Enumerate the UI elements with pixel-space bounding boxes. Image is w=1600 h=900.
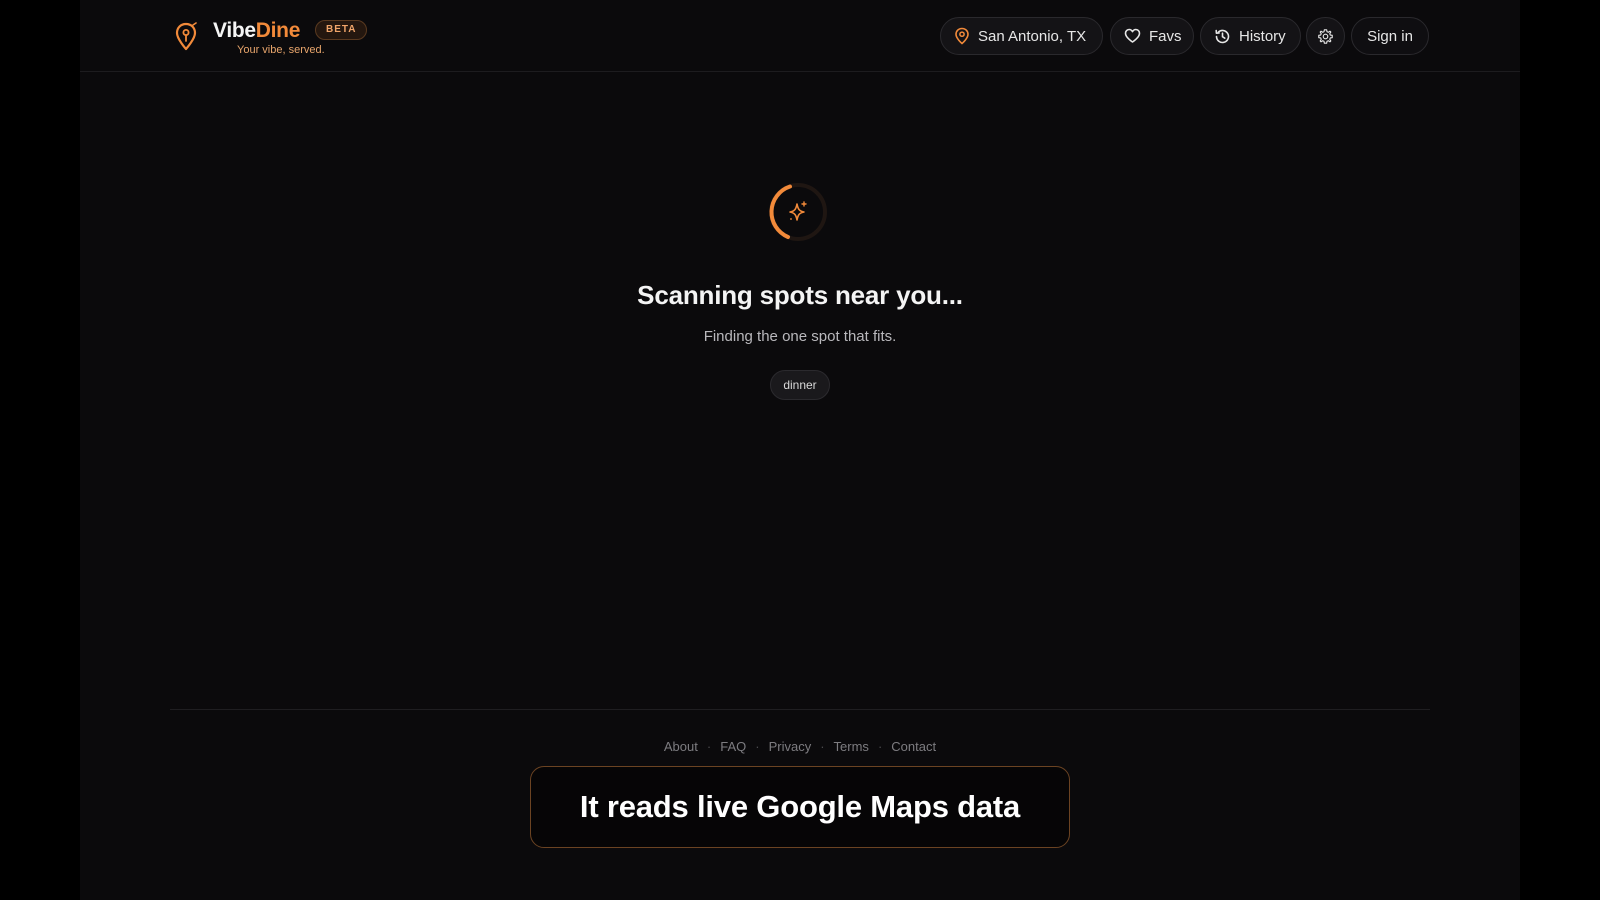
brand-name: VibeDine [213, 19, 300, 43]
loading-title: Scanning spots near you... [637, 280, 963, 310]
history-button[interactable]: History [1200, 17, 1301, 55]
loading-spinner [769, 183, 827, 241]
history-label: History [1239, 27, 1286, 45]
footer-separator: · [877, 739, 883, 754]
loading-subtitle: Finding the one spot that fits. [703, 328, 897, 345]
settings-button[interactable] [1306, 17, 1345, 55]
footer-separator: · [706, 739, 712, 754]
caption-text: It reads live Google Maps data [579, 789, 1021, 824]
app-viewport: VibeDine BETA Your vibe, served. San Ant… [80, 0, 1520, 900]
brand-name-part1: Vibe [213, 19, 256, 42]
footer-link-privacy[interactable]: Privacy [769, 739, 812, 754]
map-pin-icon [955, 27, 969, 45]
map-pin-logo-icon [175, 22, 197, 51]
footer-link-about[interactable]: About [664, 739, 698, 754]
footer-link-terms[interactable]: Terms [834, 739, 869, 754]
footer-link-contact[interactable]: Contact [891, 739, 936, 754]
beta-badge: BETA [315, 20, 368, 40]
meal-tag: dinner [770, 370, 830, 400]
query-tags: dinner [80, 370, 1520, 400]
sparkles-icon [789, 201, 807, 221]
heart-icon [1124, 28, 1141, 43]
sign-in-button[interactable]: Sign in [1351, 17, 1429, 55]
brand-name-part2: Dine [255, 19, 301, 42]
gear-icon [1318, 28, 1333, 44]
favs-label: Favs [1149, 27, 1182, 45]
footer-divider [170, 709, 1430, 710]
favs-button[interactable]: Favs [1110, 17, 1194, 55]
video-caption: It reads live Google Maps data [530, 766, 1070, 848]
top-header: VibeDine BETA Your vibe, served. San Ant… [80, 0, 1520, 72]
brand-tagline: Your vibe, served. [237, 44, 325, 56]
location-button[interactable]: San Antonio, TX [940, 17, 1103, 55]
footer-link-faq[interactable]: FAQ [720, 739, 746, 754]
sign-in-label: Sign in [1367, 27, 1413, 45]
history-icon [1215, 29, 1230, 43]
footer-links: About · FAQ · Privacy · Terms · Contact [80, 739, 1520, 754]
footer-separator: · [755, 739, 760, 754]
footer-separator: · [820, 739, 825, 754]
location-label: San Antonio, TX [978, 27, 1087, 45]
